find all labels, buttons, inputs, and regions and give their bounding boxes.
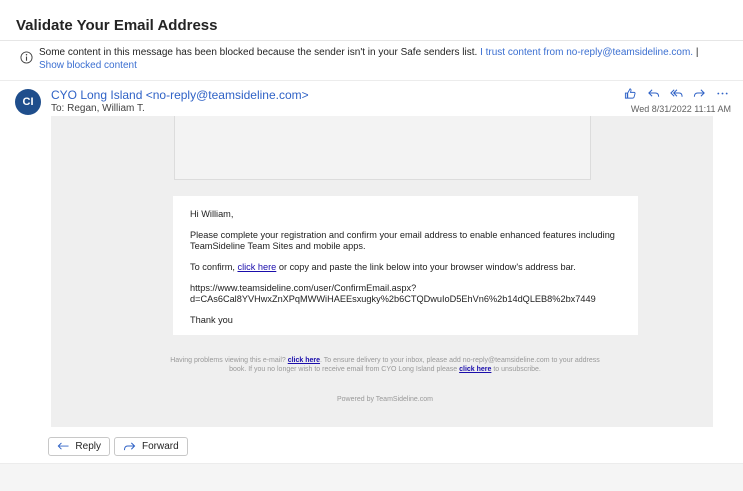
show-blocked-content-link[interactable]: Show blocked content — [39, 60, 137, 71]
reply-button[interactable]: Reply — [48, 437, 110, 456]
trust-sender-link[interactable]: I trust content from no-reply@teamsideli… — [480, 47, 693, 58]
reply-icon-button[interactable] — [646, 86, 660, 100]
footer-view-link[interactable]: click here — [288, 357, 320, 364]
info-icon — [20, 51, 33, 64]
message-date: Wed 8/31/2022 11:11 AM — [630, 104, 731, 114]
confirm-paragraph: To confirm, click here or copy and paste… — [190, 262, 621, 273]
confirm-url: https://www.teamsideline.com/user/Confir… — [190, 283, 621, 305]
divider — [0, 80, 743, 81]
more-icon — [716, 92, 728, 94]
reply-all-button[interactable] — [669, 86, 683, 100]
blocked-content-banner: Some content in this message has been bl… — [0, 44, 743, 74]
reply-all-icon — [669, 88, 683, 97]
sender-avatar[interactable]: CI — [15, 89, 41, 115]
bottom-bar — [0, 463, 743, 491]
forward-icon — [123, 442, 136, 451]
like-button[interactable] — [623, 86, 637, 100]
blocked-image-placeholder — [174, 116, 591, 180]
footer-text: Having problems viewing this e-mail? — [170, 357, 288, 364]
email-footer: Having problems viewing this e-mail? cli… — [170, 356, 600, 374]
sender-name[interactable]: CYO Long Island <no-reply@teamsideline.c… — [51, 88, 309, 102]
message-actions — [623, 86, 729, 100]
confirm-text-after: or copy and paste the link below into yo… — [276, 262, 576, 272]
divider — [0, 40, 743, 41]
blocked-content-text: Some content in this message has been bl… — [39, 46, 729, 72]
url-line-2: d=CAs6Cal8YVHwxZnXPqMWWiHAEEsxugky%2b6CT… — [190, 294, 596, 304]
forward-icon-button[interactable] — [692, 86, 706, 100]
message-subject: Validate Your Email Address — [16, 17, 218, 34]
email-content-card: Hi William, Please complete your registr… — [173, 196, 638, 335]
recipient-line: To: Regan, William T. — [51, 103, 145, 114]
confirm-click-here-link[interactable]: click here — [237, 262, 276, 272]
unsubscribe-link[interactable]: click here — [459, 366, 491, 373]
reply-icon — [57, 442, 69, 450]
body-paragraph: Please complete your registration and co… — [190, 230, 615, 251]
powered-by: Powered by TeamSideline.com — [337, 396, 433, 403]
confirm-text: To confirm, — [190, 262, 238, 272]
closing: Thank you — [190, 315, 233, 325]
reply-label: Reply — [75, 441, 101, 452]
footer-text: to unsubscribe. — [491, 366, 541, 373]
blocked-message: Some content in this message has been bl… — [39, 47, 478, 58]
reply-icon — [647, 88, 659, 97]
separator: | — [695, 47, 699, 58]
forward-icon — [693, 88, 705, 97]
greeting: Hi William, — [190, 209, 234, 219]
more-actions-button[interactable] — [715, 86, 729, 100]
thumbs-up-icon — [624, 87, 636, 99]
forward-button[interactable]: Forward — [114, 437, 188, 456]
url-line-1: https://www.teamsideline.com/user/Confir… — [190, 283, 417, 293]
forward-label: Forward — [142, 441, 179, 452]
